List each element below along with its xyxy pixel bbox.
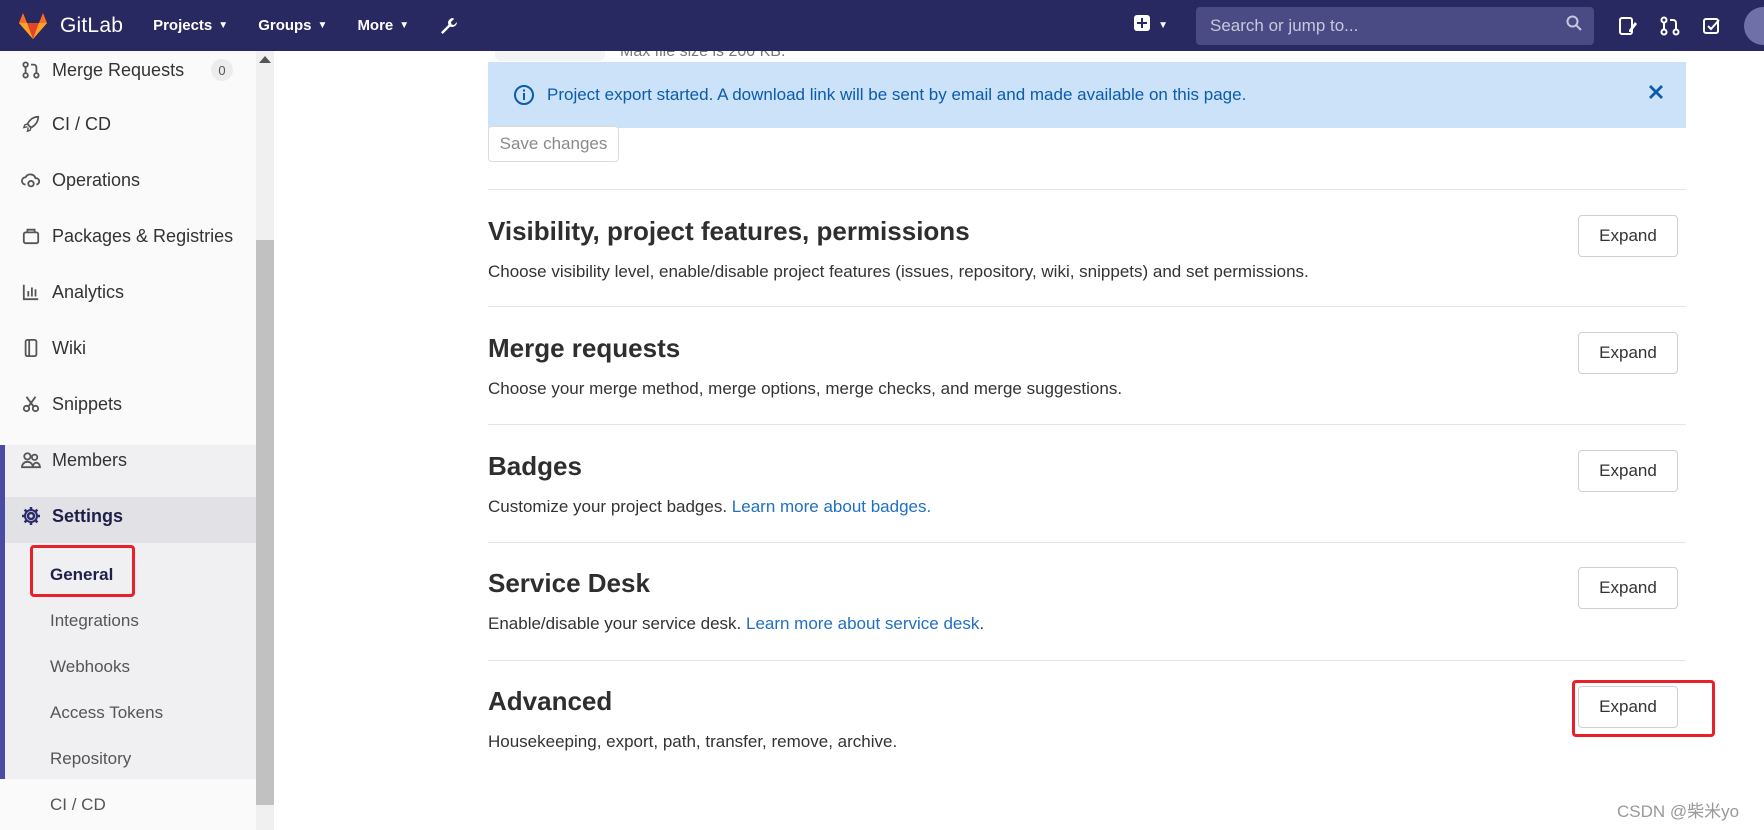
- admin-wrench-icon[interactable]: [439, 16, 459, 36]
- search-input[interactable]: [1208, 14, 1532, 37]
- scroll-up-arrow-icon[interactable]: [259, 56, 271, 63]
- project-sidebar: Merge Requests 0 CI / CD Operations Pack…: [0, 51, 257, 830]
- section-divider: [488, 542, 1686, 543]
- section-desc-service-desk: Enable/disable your service desk. Learn …: [488, 614, 984, 634]
- nav-more-menu[interactable]: More ▼: [357, 17, 409, 34]
- sidebar-item-label: Snippets: [52, 393, 123, 414]
- sidebar-item-label: CI / CD: [52, 113, 112, 134]
- sidebar-item-label: Members: [52, 449, 128, 470]
- gitlab-home-link[interactable]: GitLab: [18, 12, 123, 40]
- nav-projects-label: Projects: [153, 17, 213, 34]
- expand-service-desk-button[interactable]: Expand: [1578, 567, 1678, 609]
- settings-sub-ci-cd[interactable]: CI / CD: [50, 795, 106, 815]
- file-size-note-text: Max file size is 200 KB.: [620, 51, 786, 60]
- sidebar-item-analytics[interactable]: Analytics: [0, 264, 256, 320]
- issues-icon[interactable]: [1618, 16, 1638, 36]
- new-item-dropdown[interactable]: ▼: [1134, 15, 1168, 36]
- merge-request-icon: [20, 61, 42, 79]
- book-icon: [20, 339, 42, 357]
- users-icon: [20, 451, 42, 469]
- nav-groups-menu[interactable]: Groups ▼: [258, 17, 327, 34]
- sidebar-item-label: Merge Requests: [52, 59, 185, 80]
- sidebar-scrollbar-thumb[interactable]: [256, 240, 274, 805]
- merge-requests-icon[interactable]: [1660, 16, 1680, 36]
- brand-name: GitLab: [60, 13, 124, 37]
- settings-sub-integrations[interactable]: Integrations: [50, 611, 139, 631]
- sidebar-item-label: Settings: [52, 505, 124, 526]
- section-desc-visibility: Choose visibility level, enable/disable …: [488, 262, 1309, 281]
- section-desc-badges: Customize your project badges. Learn mor…: [488, 497, 931, 517]
- chevron-down-icon: ▼: [218, 20, 229, 31]
- general-highlight-box: [30, 545, 135, 597]
- sidebar-item-settings[interactable]: Settings: [0, 488, 256, 544]
- nav-groups-label: Groups: [258, 17, 312, 34]
- section-divider: [488, 660, 1686, 661]
- section-title-visibility: Visibility, project features, permission…: [488, 216, 970, 246]
- section-divider: [488, 306, 1686, 307]
- nav-projects-menu[interactable]: Projects ▼: [153, 17, 228, 34]
- search-icon: [1566, 15, 1582, 36]
- info-icon: [513, 84, 535, 106]
- service-desk-desc-text: Enable/disable your service desk.: [488, 614, 742, 633]
- rocket-icon: [20, 115, 42, 133]
- learn-more-service-desk-link[interactable]: Learn more about service desk: [746, 614, 979, 633]
- section-divider: [488, 424, 1686, 425]
- sidebar-item-label: Packages & Registries: [52, 225, 234, 246]
- expand-highlight-box: [1572, 680, 1715, 737]
- sidebar-item-ci-cd[interactable]: CI / CD: [0, 96, 256, 152]
- badges-desc-text: Customize your project badges.: [488, 497, 728, 516]
- export-alert: Project export started. A download link …: [488, 62, 1686, 128]
- alert-message: Project export started. A download link …: [547, 85, 1247, 104]
- sidebar-item-wiki[interactable]: Wiki: [0, 320, 256, 376]
- sidebar-item-packages-registries[interactable]: Packages & Registries: [0, 208, 256, 264]
- sidebar-item-label: Analytics: [52, 281, 125, 302]
- expand-badges-button[interactable]: Expand: [1578, 450, 1678, 492]
- section-title-badges: Badges: [488, 451, 582, 481]
- sidebar-item-members[interactable]: Members: [0, 432, 256, 488]
- plus-square-icon: [1134, 15, 1151, 36]
- settings-sub-repository[interactable]: Repository: [50, 749, 131, 769]
- save-changes-button[interactable]: Save changes: [488, 126, 619, 162]
- scissors-icon: [20, 395, 42, 413]
- todos-icon[interactable]: [1702, 16, 1722, 36]
- watermark: CSDN @柴米yo: [1617, 802, 1740, 821]
- service-desk-desc-tail: .: [979, 614, 985, 633]
- top-navbar: GitLab Projects ▼ Groups ▼ More ▼ ▼: [0, 0, 1764, 51]
- merge-requests-count-badge: 0: [211, 59, 233, 81]
- section-title-merge-requests: Merge requests: [488, 333, 681, 363]
- close-icon[interactable]: [1648, 84, 1664, 100]
- chevron-down-icon: ▼: [1158, 20, 1168, 31]
- package-icon: [20, 227, 42, 245]
- expand-visibility-button[interactable]: Expand: [1578, 215, 1678, 257]
- sidebar-item-operations[interactable]: Operations: [0, 152, 256, 208]
- chevron-down-icon: ▼: [399, 20, 410, 31]
- sidebar-item-label: Operations: [52, 169, 141, 190]
- chart-icon: [20, 283, 42, 301]
- settings-sub-webhooks[interactable]: Webhooks: [50, 657, 130, 677]
- nav-more-label: More: [357, 17, 394, 34]
- settings-sub-access-tokens[interactable]: Access Tokens: [50, 703, 163, 723]
- gitlab-logo-icon: [18, 12, 48, 40]
- gear-icon: [20, 506, 42, 526]
- chevron-down-icon: ▼: [317, 20, 328, 31]
- learn-more-badges-link[interactable]: Learn more about badges.: [732, 497, 931, 516]
- avatar-preview-edge: [495, 51, 605, 61]
- section-divider: [488, 189, 1686, 190]
- sidebar-item-merge-requests[interactable]: Merge Requests 0: [0, 51, 256, 98]
- user-avatar[interactable]: [1744, 6, 1764, 45]
- section-title-service-desk: Service Desk: [488, 568, 650, 598]
- sidebar-item-snippets[interactable]: Snippets: [0, 376, 256, 432]
- search-bar[interactable]: [1196, 6, 1594, 45]
- section-desc-advanced: Housekeeping, export, path, transfer, re…: [488, 732, 898, 751]
- file-size-note: Max file size is 200 KB.: [620, 51, 785, 61]
- sidebar-item-label: Wiki: [52, 337, 86, 358]
- cloud-gear-icon: [20, 171, 42, 189]
- expand-merge-requests-button[interactable]: Expand: [1578, 332, 1678, 374]
- section-title-advanced: Advanced: [488, 686, 613, 716]
- section-desc-merge-requests: Choose your merge method, merge options,…: [488, 379, 1123, 398]
